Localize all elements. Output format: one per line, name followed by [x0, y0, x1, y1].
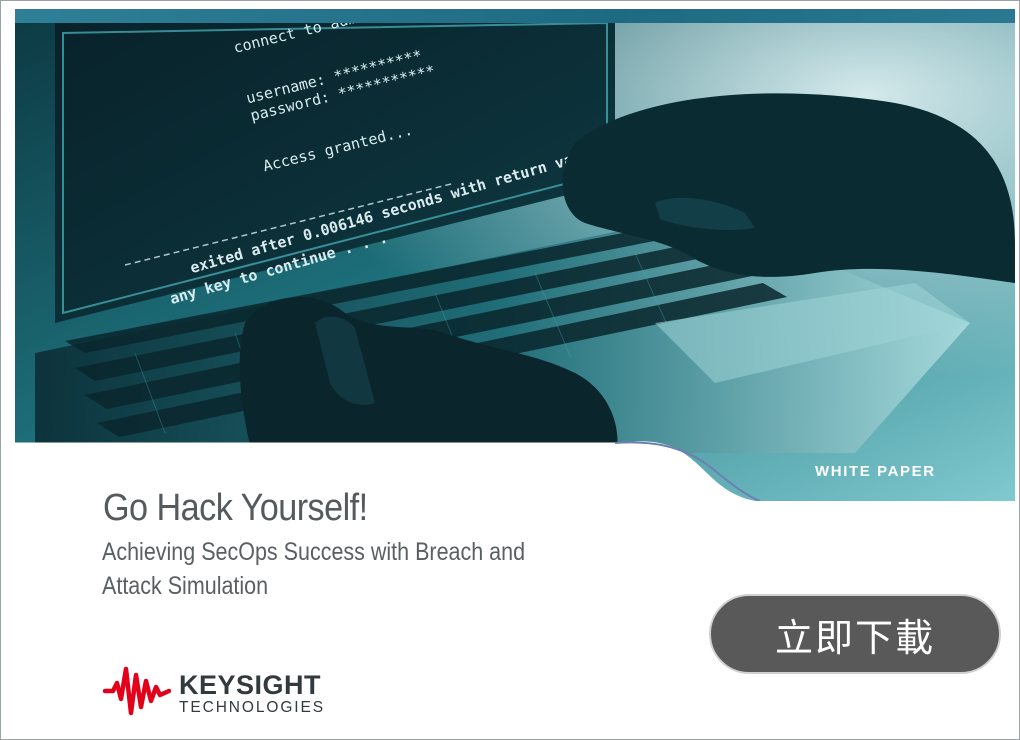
hacker-laptop-illustration: connect to adm username: ********** pass… — [15, 23, 1015, 501]
download-now-button[interactable]: 立即下載 — [709, 594, 1001, 674]
brand-name: KEYSIGHT — [179, 670, 322, 700]
keysight-wave-icon — [103, 666, 171, 716]
ad-banner[interactable]: connect to adm username: ********** pass… — [0, 0, 1020, 740]
top-accent-bar — [15, 9, 1015, 23]
hero-image: connect to adm username: ********** pass… — [15, 23, 1015, 501]
subheadline-line-2: Attack Simulation — [102, 572, 269, 600]
subheadline-line-1: Achieving SecOps Success with Breach and — [102, 538, 526, 566]
white-paper-label: WHITE PAPER — [815, 463, 936, 480]
headline: Go Hack Yourself! — [103, 487, 368, 529]
keysight-logo[interactable]: KEYSIGHT TECHNOLOGIES — [103, 661, 343, 721]
subheadline: Achieving SecOps Success with Breach and… — [102, 535, 566, 603]
brand-tagline: TECHNOLOGIES — [179, 699, 325, 716]
